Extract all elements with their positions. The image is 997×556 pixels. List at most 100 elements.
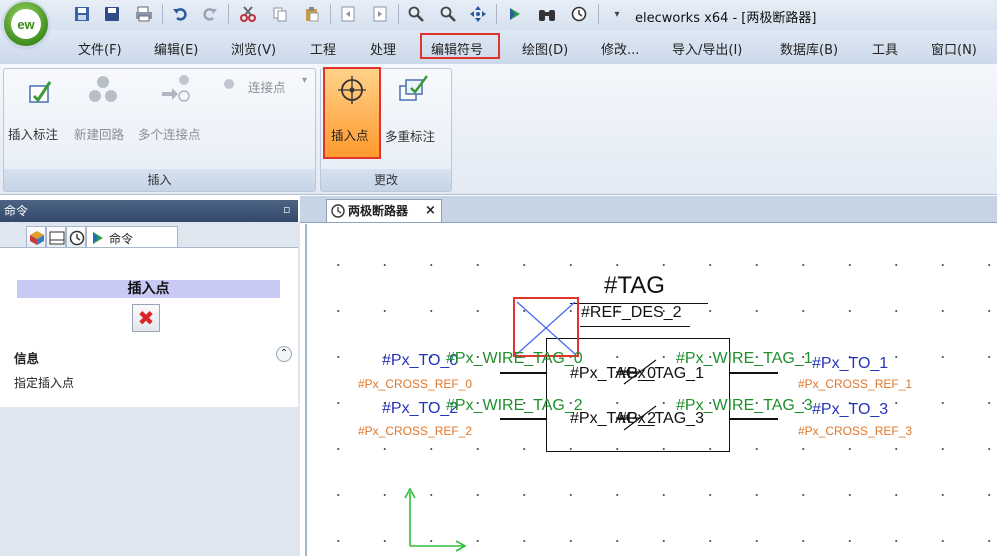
menu-view[interactable]: 浏览(V) [231,39,276,58]
pin-text-right-1: #Px_TO_1 [812,355,889,372]
paste-icon[interactable] [302,4,322,24]
command-panel-tabs: 命令 [8,226,298,248]
menu-import-export[interactable]: 导入/导出(I) [672,39,742,58]
cross-ref-right-3: #Px_CROSS_REF_3 [798,424,913,438]
copy-icon[interactable] [270,4,290,24]
ref-des-text: #REF_DES_2 [581,304,682,321]
wire-tag-left-0: #Px_WIRE_TAG_0 [446,350,583,367]
clock-icon [69,230,85,246]
toolbar-separator [496,4,497,24]
menu-window[interactable]: 窗口(N) [931,39,977,58]
insert-point-button[interactable]: 插入点 [323,67,381,159]
dropdown-icon[interactable]: ▾ [607,4,627,24]
wire-left-2 [500,418,547,420]
connection-point-icon [224,79,234,89]
zoom-icon[interactable] [406,4,426,24]
page-prev-icon[interactable] [338,4,358,24]
connection-point-label: 连接点 [248,80,286,95]
new-circuit-icon [89,76,117,102]
chevron-down-icon: ▾ [302,75,308,86]
wire-tag-right-3: #Px_WIRE_TAG_3 [676,397,813,414]
app-logo: ew [11,9,41,39]
tab-history[interactable] [66,226,86,248]
cut-icon[interactable] [238,4,258,24]
disk-icon[interactable] [102,4,122,24]
redo-icon[interactable] [200,4,220,24]
zoom-window-icon[interactable] [438,4,458,24]
toolbar-separator [330,4,331,24]
command-panel-header: 命令 [0,200,298,222]
wire-left-0 [500,372,547,374]
menu-edit[interactable]: 编辑(E) [154,39,198,58]
multi-connection-label: 多个连接点 [138,127,201,142]
ribbon-group-label: 更改 [321,169,451,191]
tab-symbols[interactable] [26,226,46,248]
toolbar-separator [598,4,599,24]
document-tab[interactable]: 两极断路器 × [326,199,442,222]
save-icon[interactable] [72,4,92,24]
wire-right-3 [730,418,778,420]
insert-tag-icon [29,81,52,103]
toolbar-separator [398,4,399,24]
cross-ref-left-0: #Px_CROSS_REF_0 [358,377,473,391]
wire-tag-right-1: #Px_WIRE_TAG_1 [676,350,813,367]
multi-connection-button[interactable]: 多个连接点 [138,70,218,150]
insert-point-icon [338,76,366,104]
multi-tag-button[interactable]: 多重标注 [385,70,449,150]
new-circuit-label: 新建回路 [74,127,125,142]
symbol-tag-text: #TAG [604,272,665,299]
info-text: 指定插入点 [14,376,75,390]
clock-icon [331,204,345,218]
pan-icon[interactable] [468,4,488,24]
play-icon [93,232,103,244]
multi-tag-label: 多重标注 [385,129,436,144]
application-menu-button[interactable]: ew [4,2,48,46]
ucs-axes-icon [404,487,467,552]
menu-file[interactable]: 文件(F) [78,39,122,58]
window-title: elecworks x64 - [两极断路器] [635,11,817,26]
clock-icon[interactable] [569,4,589,24]
wire-right-1 [730,372,778,374]
marker-highlight-frame [513,297,579,357]
play-icon[interactable] [505,4,525,24]
cross-ref-left-2: #Px_CROSS_REF_2 [358,424,473,438]
tab-command[interactable]: 命令 [86,226,178,248]
undo-icon[interactable] [170,4,190,24]
menu-process[interactable]: 处理 [370,39,396,58]
menu-database[interactable]: 数据库(B) [780,39,838,58]
print-icon[interactable] [134,4,154,24]
multi-tag-icon [399,75,428,101]
pin-icon[interactable]: ▫ [283,203,290,216]
toolbar-separator [228,4,229,24]
cube-icon [30,231,44,245]
binoculars-icon[interactable] [537,4,557,24]
close-icon[interactable]: × [425,200,436,222]
menu-highlight-frame [420,33,500,59]
menu-project[interactable]: 工程 [310,39,336,58]
insert-tag-button[interactable]: 插入标注 [8,70,72,150]
connection-point-button[interactable]: 连接点 ▾ [220,74,312,95]
command-panel-title: 命令 [4,204,29,218]
info-heading: 信息 [14,351,40,366]
cross-ref-right-1: #Px_CROSS_REF_1 [798,377,913,391]
collapse-icon[interactable]: ⌃ [276,346,292,362]
command-title: 插入点 [17,280,280,298]
wire-tag-left-2: #Px_WIRE_TAG_2 [446,397,583,414]
ref-des-underline [580,326,690,327]
command-panel-empty-area [0,407,298,556]
ribbon-group-label: 插入 [4,169,315,191]
menu-draw[interactable]: 绘图(D) [522,39,568,58]
close-icon: ✖ [137,306,155,330]
pin-text-right-3: #Px_TO_3 [812,401,889,418]
cancel-button[interactable]: ✖ [132,304,160,332]
toolbar-separator [162,4,163,24]
insert-point-label: 插入点 [331,128,369,143]
page-next-icon[interactable] [370,4,390,24]
multi-connection-icon [162,75,190,102]
document-tab-label: 两极断路器 [348,204,409,218]
insert-tag-label: 插入标注 [8,127,59,142]
tab-document[interactable] [46,226,66,248]
new-circuit-button[interactable]: 新建回路 [74,70,136,150]
menu-modify[interactable]: 修改... [601,39,639,58]
menu-tools[interactable]: 工具 [872,39,898,58]
